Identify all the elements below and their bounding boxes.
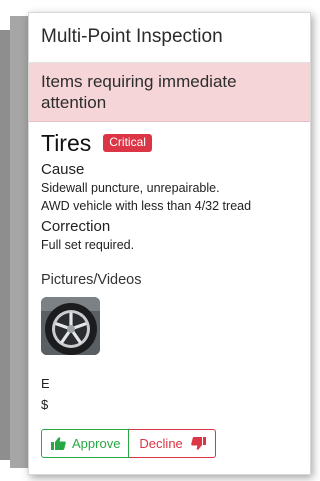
approval-actions: Approve Decline — [41, 429, 310, 458]
decline-label: Decline — [139, 436, 183, 451]
thumbs-up-icon — [51, 437, 66, 450]
cause-label: Cause — [41, 161, 85, 178]
item-name: Tires — [41, 130, 92, 156]
correction-label: Correction — [41, 218, 111, 235]
approve-button[interactable]: Approve — [41, 429, 130, 458]
truncated-line: $ — [41, 397, 49, 412]
truncated-line: E — [41, 376, 49, 391]
approve-label: Approve — [72, 436, 121, 451]
thumbs-down-icon — [190, 437, 206, 450]
status-badge: Critical — [103, 134, 152, 152]
attention-banner: Items requiring immediate attention — [29, 63, 310, 122]
inspection-card: Multi-Point Inspection Items requiring i… — [28, 12, 311, 475]
decline-button[interactable]: Decline — [129, 429, 216, 458]
truncated-text: E $ — [41, 373, 310, 415]
card-title: Multi-Point Inspection — [29, 13, 310, 63]
tire-thumbnail[interactable] — [41, 297, 100, 355]
cause-line: AWD vehicle with less than 4/32 tread — [41, 199, 252, 213]
tire-wheel-icon — [41, 297, 100, 355]
item-heading: Tires Critical — [41, 128, 310, 158]
media-label: Pictures/Videos — [41, 272, 142, 288]
inspection-item: Tires Critical Cause Sidewall puncture, … — [29, 122, 310, 458]
correction-text: Full set required. — [41, 238, 135, 252]
cause-line: Sidewall puncture, unrepairable. — [41, 181, 220, 195]
